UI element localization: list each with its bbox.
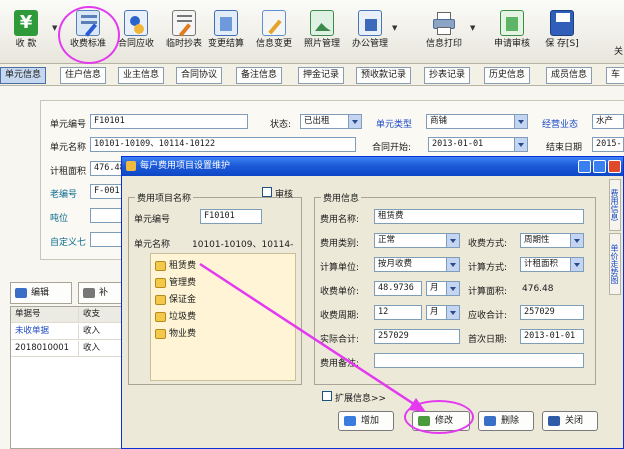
annotation-arrow [199,262,426,412]
annotation-arrow-head [408,398,426,412]
annotation-arrow-line [199,262,421,410]
